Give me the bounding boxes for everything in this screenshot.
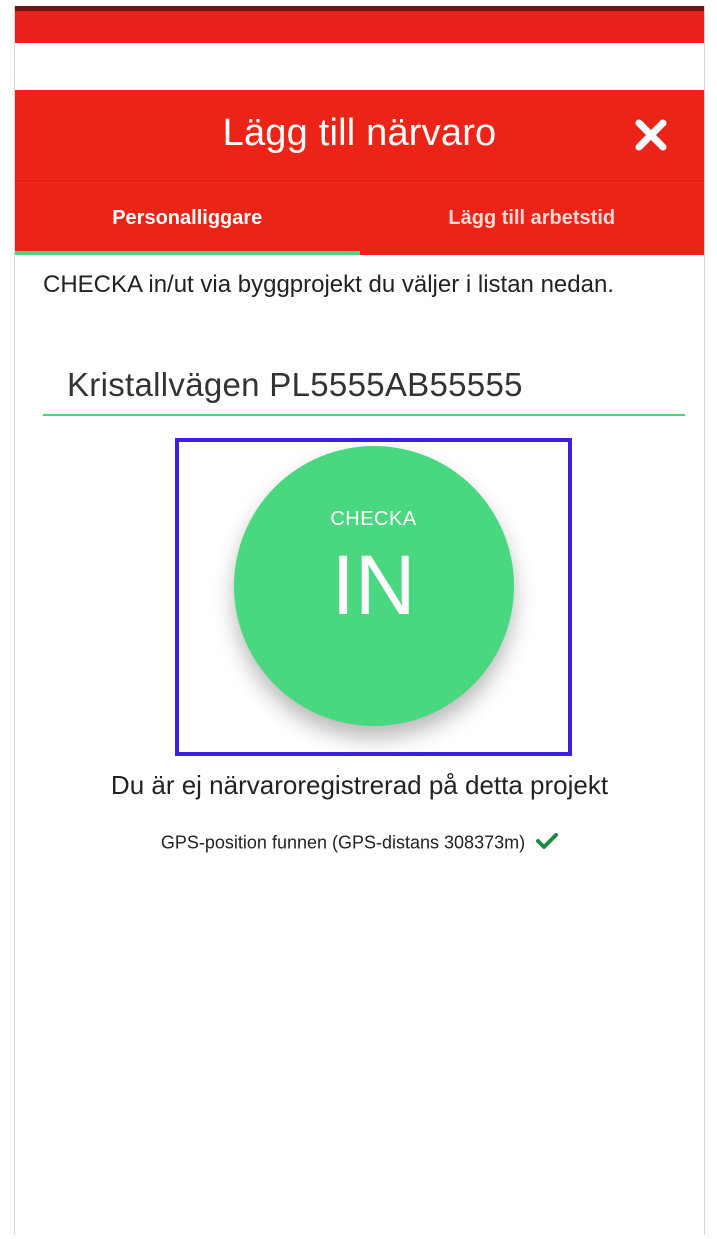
checkmark-icon [536, 832, 559, 855]
app-screen: Lägg till närvaro Personalliggare Lägg t… [14, 6, 705, 1235]
checkin-button-label: IN [331, 538, 416, 632]
tab-label: Lägg till arbetstid [448, 206, 616, 229]
status-bar [15, 6, 704, 43]
gps-status-text: GPS-position funnen (GPS-distans 308373m… [160, 832, 526, 853]
project-select[interactable]: Kristallvägen PL5555AB55555 [43, 362, 685, 416]
status-bar-edge [15, 6, 704, 11]
modal-title: Lägg till närvaro [222, 112, 497, 154]
project-select-value: Kristallvägen PL5555AB55555 [67, 366, 523, 403]
instruction-text: CHECKA in/ut via byggprojekt du väljer i… [43, 271, 614, 298]
close-button[interactable] [628, 112, 674, 158]
checkin-button[interactable]: CHECKA IN [233, 446, 514, 726]
gps-status: GPS-position funnen (GPS-distans 308373m… [15, 832, 704, 855]
tab-bar: Personalliggare Lägg till arbetstid [15, 180, 704, 255]
tab-personalliggare[interactable]: Personalliggare [15, 181, 360, 255]
tab-lagg-till-arbetstid[interactable]: Lägg till arbetstid [360, 181, 705, 255]
close-icon [634, 118, 668, 152]
tab-label: Personalliggare [112, 206, 263, 229]
active-tab-indicator [15, 251, 360, 255]
modal-header: Lägg till närvaro [15, 90, 704, 180]
checkin-button-caption: CHECKA [330, 508, 417, 530]
registration-status: Du är ej närvaroregistrerad på detta pro… [110, 770, 609, 800]
checkin-highlight-box: CHECKA IN [175, 438, 572, 756]
